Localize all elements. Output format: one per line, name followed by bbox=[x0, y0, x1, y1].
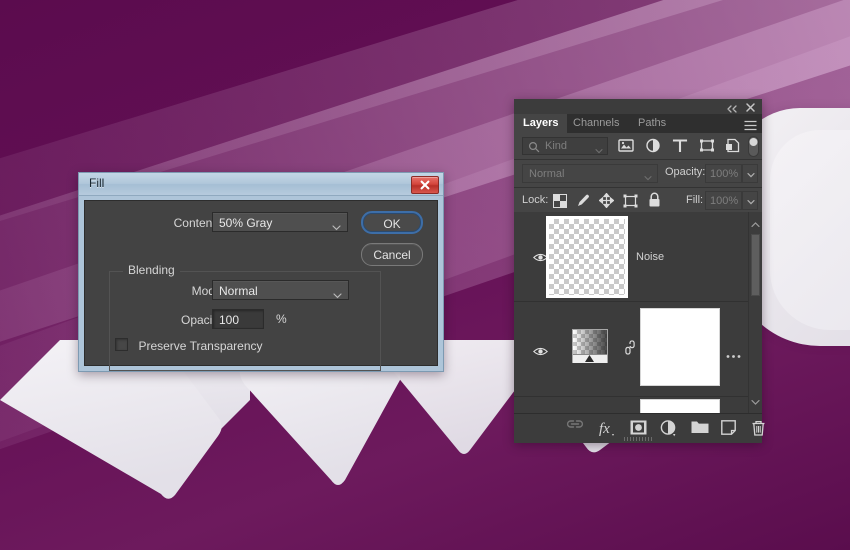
chevron-down-icon bbox=[595, 142, 603, 160]
fill-dialog-titlebar[interactable]: Fill bbox=[79, 173, 443, 196]
preserve-transparency-checkbox[interactable] bbox=[115, 338, 128, 351]
layers-bottom-toolbar: fx bbox=[514, 413, 762, 443]
blending-legend: Blending bbox=[123, 263, 180, 277]
panel-resize-grip[interactable] bbox=[624, 437, 652, 441]
type-layer-filter-icon[interactable] bbox=[672, 138, 688, 158]
smart-object-filter-icon[interactable] bbox=[725, 138, 741, 158]
fill-dialog[interactable]: Fill Contents: 50% Gray Blending bbox=[78, 172, 444, 372]
lock-image-pixels-icon[interactable] bbox=[576, 193, 590, 213]
layers-opacity-input[interactable]: 100% bbox=[705, 164, 742, 183]
percent-symbol: % bbox=[276, 312, 287, 326]
shape-layer-filter-icon[interactable] bbox=[699, 138, 715, 158]
scrollbar[interactable] bbox=[748, 212, 762, 414]
tab-channels-label: Channels bbox=[573, 117, 619, 129]
layer-thumbnail[interactable] bbox=[546, 216, 628, 298]
layer-style-fx-icon[interactable]: fx bbox=[599, 420, 617, 442]
table-row[interactable] bbox=[514, 302, 749, 397]
list-item: Noise bbox=[636, 251, 664, 263]
gradient-adjustment-preview bbox=[573, 330, 607, 354]
link-mask-icon[interactable] bbox=[625, 340, 635, 360]
mode-select[interactable]: Normal bbox=[212, 280, 349, 300]
layers-lock-bar: Lock: bbox=[514, 188, 762, 215]
transparent-checkerboard bbox=[549, 219, 625, 295]
layers-panel[interactable]: Layers Channels Paths bbox=[514, 99, 762, 443]
adjustment-layer-filter-icon[interactable] bbox=[645, 138, 661, 158]
opacity-input[interactable]: 100 bbox=[212, 309, 264, 329]
preserve-transparency-row[interactable]: Preserve Transparency bbox=[115, 337, 263, 355]
tab-layers-label: Layers bbox=[523, 117, 558, 129]
cancel-button-label: Cancel bbox=[373, 248, 410, 262]
layers-panel-tabs: Layers Channels Paths bbox=[514, 114, 762, 133]
lock-transparent-pixels-icon[interactable] bbox=[553, 194, 567, 213]
screen: Fill Contents: 50% Gray Blending bbox=[0, 0, 850, 550]
new-group-folder-icon[interactable] bbox=[691, 420, 709, 439]
tab-channels[interactable]: Channels bbox=[564, 114, 628, 133]
cancel-button[interactable]: Cancel bbox=[361, 243, 423, 266]
decorative-white-shape-right-inner bbox=[770, 130, 850, 330]
filter-kind-value: Kind bbox=[545, 140, 567, 152]
contents-select[interactable]: 50% Gray bbox=[212, 212, 348, 232]
fill-dialog-body: Contents: 50% Gray Blending Mode: Normal bbox=[84, 200, 438, 366]
blend-mode-select[interactable]: Normal bbox=[522, 164, 658, 183]
layer-mask-thumbnail[interactable] bbox=[640, 399, 720, 414]
pixel-layer-filter-icon[interactable] bbox=[618, 138, 634, 158]
new-layer-icon[interactable] bbox=[721, 420, 736, 440]
chevron-up-icon[interactable] bbox=[751, 215, 760, 233]
lock-label: Lock: bbox=[522, 194, 548, 206]
chevron-down-icon[interactable] bbox=[751, 393, 760, 411]
preserve-transparency-label: Preserve Transparency bbox=[138, 339, 262, 353]
blend-mode-value: Normal bbox=[529, 168, 564, 180]
svg-text:fx: fx bbox=[599, 421, 610, 437]
chevron-down-icon bbox=[333, 286, 342, 306]
eye-icon[interactable] bbox=[533, 344, 548, 362]
delete-layer-trash-icon[interactable] bbox=[751, 420, 766, 441]
chevron-down-icon bbox=[747, 170, 755, 182]
layer-mask-thumbnail[interactable] bbox=[640, 308, 720, 386]
ok-button[interactable]: OK bbox=[361, 211, 423, 234]
contents-select-value: 50% Gray bbox=[219, 216, 272, 230]
table-row[interactable]: Noise bbox=[514, 212, 749, 302]
layers-blend-bar: Normal Opacity: 100% bbox=[514, 160, 762, 188]
scrollbar-thumb[interactable] bbox=[751, 234, 760, 296]
ok-button-label: OK bbox=[383, 217, 400, 231]
tab-layers[interactable]: Layers bbox=[514, 114, 567, 133]
layers-fill-stepper[interactable] bbox=[742, 191, 758, 210]
filter-kind-select[interactable]: Kind bbox=[522, 137, 608, 155]
chevron-down-icon bbox=[747, 197, 755, 209]
tab-paths[interactable]: Paths bbox=[629, 114, 675, 133]
fill-dialog-title: Fill bbox=[89, 176, 104, 190]
layer-thumbnail[interactable] bbox=[572, 329, 608, 363]
chevron-down-icon bbox=[332, 218, 341, 238]
table-row[interactable] bbox=[514, 397, 749, 414]
layers-fill-value: 100% bbox=[710, 195, 738, 207]
lock-position-icon[interactable] bbox=[599, 193, 614, 213]
search-icon bbox=[528, 140, 540, 158]
chevron-down-icon bbox=[644, 170, 652, 189]
layers-filter-bar: Kind bbox=[514, 133, 762, 160]
new-adjustment-layer-icon[interactable] bbox=[660, 420, 678, 442]
opacity-input-value: 100 bbox=[219, 313, 239, 327]
tab-paths-label: Paths bbox=[638, 117, 666, 129]
filter-toggle-switch[interactable] bbox=[748, 136, 759, 162]
layers-opacity-value: 100% bbox=[710, 168, 738, 180]
close-icon[interactable] bbox=[411, 176, 439, 194]
link-layers-icon[interactable] bbox=[566, 420, 584, 439]
gradient-slider-strip bbox=[573, 354, 607, 363]
layers-panel-topbar bbox=[514, 99, 762, 114]
layers-opacity-label: Opacity: bbox=[665, 166, 705, 178]
layers-list: Noise bbox=[514, 212, 762, 414]
lock-artboard-icon[interactable] bbox=[623, 194, 638, 213]
mode-select-value: Normal bbox=[219, 284, 258, 298]
layers-opacity-stepper[interactable] bbox=[742, 164, 758, 183]
ellipsis-icon[interactable] bbox=[726, 346, 741, 364]
lock-all-icon[interactable] bbox=[648, 192, 661, 213]
fill-label: Fill: bbox=[686, 194, 703, 206]
layers-fill-input[interactable]: 100% bbox=[705, 191, 742, 210]
